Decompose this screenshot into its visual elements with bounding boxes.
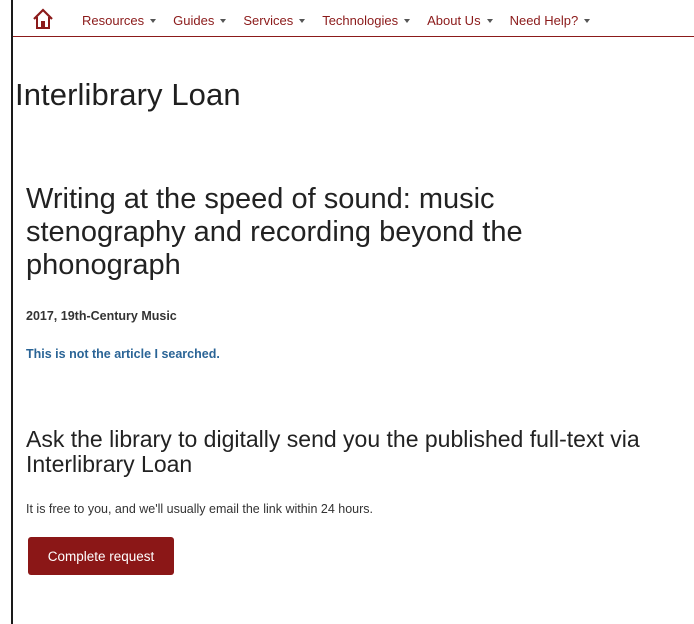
nav-item-services[interactable]: Services <box>243 13 306 28</box>
nav-item-label: Need Help? <box>509 13 579 28</box>
complete-request-button[interactable]: Complete request <box>28 537 174 575</box>
top-navbar: Resources Guides Services Technologies A… <box>13 0 694 37</box>
caret-down-icon <box>584 19 591 23</box>
nav-item-label: About Us <box>427 13 481 28</box>
caret-down-icon <box>299 19 306 23</box>
caret-down-icon <box>486 19 493 23</box>
page-title: Interlibrary Loan <box>15 77 241 112</box>
caret-down-icon <box>404 19 411 23</box>
nav-item-label: Technologies <box>322 13 399 28</box>
article-meta: 2017, 19th-Century Music <box>26 309 177 323</box>
not-this-article-link[interactable]: This is not the article I searched. <box>26 347 220 361</box>
caret-down-icon <box>220 19 227 23</box>
page-frame: Resources Guides Services Technologies A… <box>11 0 694 624</box>
nav-item-label: Guides <box>173 13 215 28</box>
home-link[interactable] <box>32 8 54 30</box>
nav-item-resources[interactable]: Resources <box>82 13 157 28</box>
request-heading: Ask the library to digitally send you th… <box>26 426 640 477</box>
nav-item-label: Resources <box>82 13 145 28</box>
caret-down-icon <box>150 19 157 23</box>
article-title: Writing at the speed of sound: music ste… <box>26 183 523 281</box>
nav-item-label: Services <box>243 13 294 28</box>
request-note: It is free to you, and we'll usually ema… <box>26 502 374 516</box>
nav-item-guides[interactable]: Guides <box>173 13 227 28</box>
home-icon <box>33 8 53 29</box>
nav-item-about-us[interactable]: About Us <box>427 13 493 28</box>
nav-item-need-help[interactable]: Need Help? <box>510 13 591 28</box>
nav-menu: Resources Guides Services Technologies A… <box>82 13 607 28</box>
nav-item-technologies[interactable]: Technologies <box>322 13 411 28</box>
